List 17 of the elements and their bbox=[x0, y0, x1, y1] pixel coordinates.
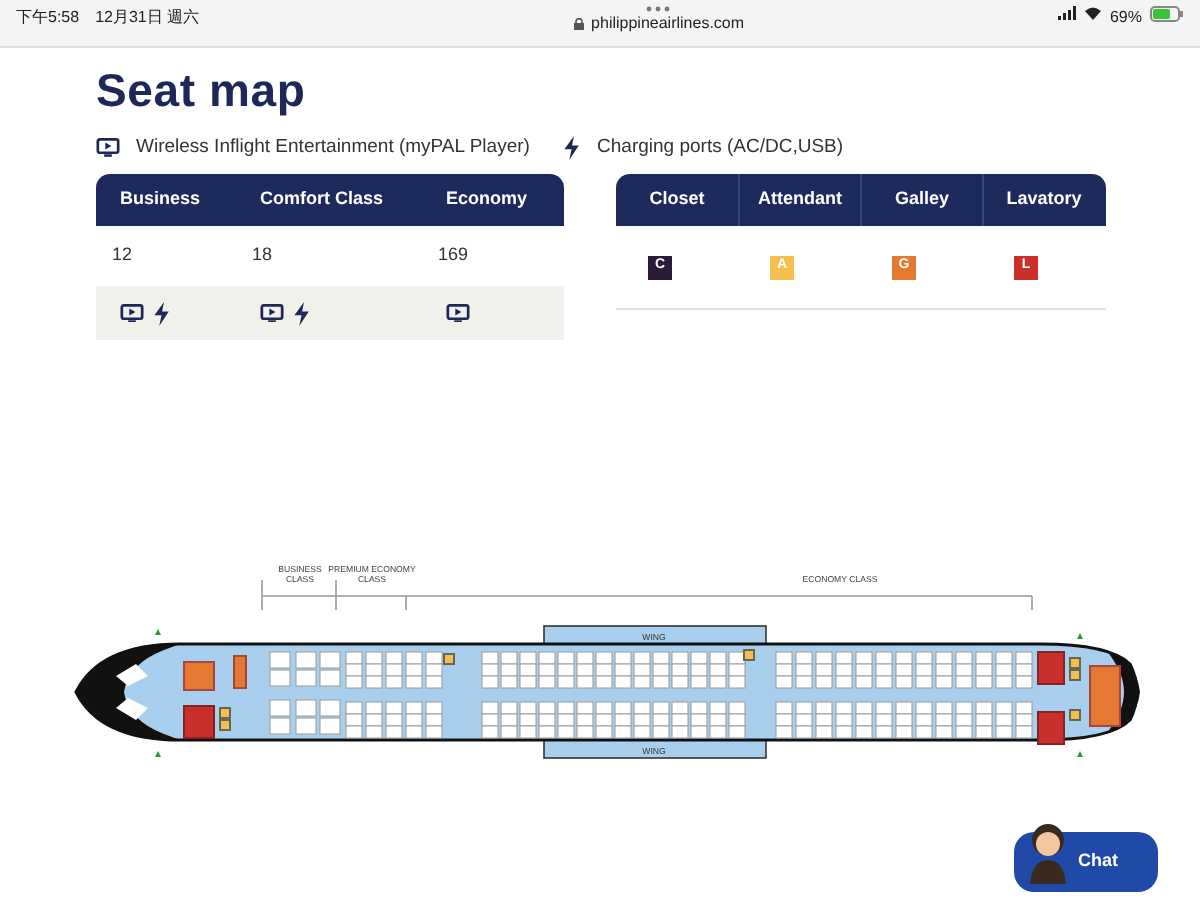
table-cell: 18 bbox=[252, 244, 273, 265]
column-header: Closet bbox=[647, 186, 707, 213]
battery-percent: 69% bbox=[1109, 6, 1142, 30]
legend-label: Charging ports (AC/DC,USB) bbox=[597, 133, 844, 162]
column-header: Economy bbox=[444, 186, 530, 213]
column-header: Lavatory bbox=[982, 174, 1104, 227]
column-header: Galley bbox=[860, 174, 982, 227]
column-header: Business bbox=[118, 186, 203, 213]
table-cell: 12 bbox=[112, 244, 133, 265]
page-title: Seat map bbox=[96, 62, 308, 120]
url-text[interactable]: philippineairlines.com bbox=[591, 12, 745, 36]
table-cell: 169 bbox=[438, 244, 469, 265]
status-time: 下午5:58 bbox=[16, 6, 80, 30]
status-date: 12月31日 週六 bbox=[95, 6, 200, 30]
column-header: Comfort Class bbox=[258, 186, 386, 213]
legend-label: Wireless Inflight Entertainment (myPAL Player) bbox=[136, 133, 530, 162]
column-header: Attendant bbox=[738, 174, 860, 227]
